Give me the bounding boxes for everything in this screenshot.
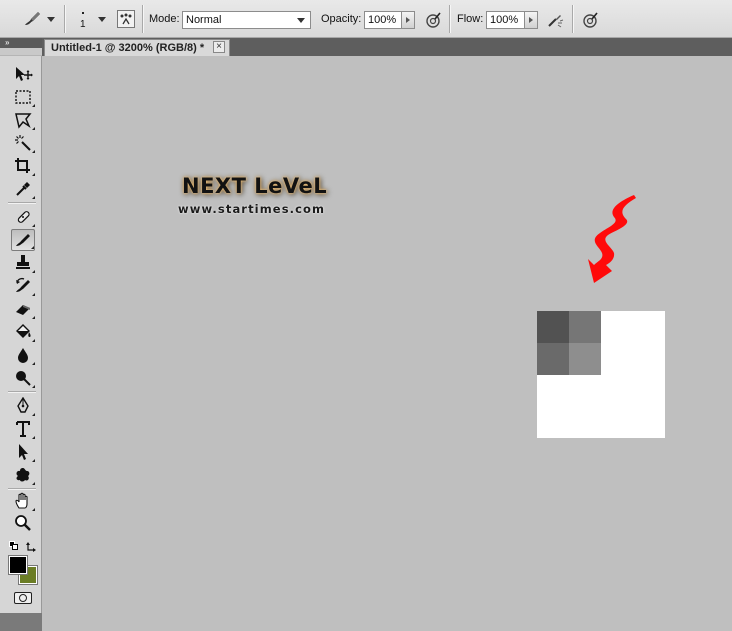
eraser-icon (16, 305, 30, 315)
path-selection-tool[interactable] (11, 441, 35, 463)
pen-icon (17, 397, 29, 413)
chevron-down-icon (297, 18, 305, 23)
brush-dot-icon (82, 12, 84, 14)
options-bar: 1 Mode: Normal Opacity: 100% Flow: 100% (0, 0, 732, 38)
tablet-opacity-button[interactable] (423, 10, 443, 30)
eyedropper-icon (16, 182, 30, 196)
crop-icon (15, 158, 30, 173)
move-tool[interactable] (11, 63, 35, 85)
crop-tool[interactable] (11, 155, 35, 177)
healing-brush-icon (17, 211, 30, 223)
tools-panel-grip[interactable] (0, 48, 42, 56)
tools-panel-header[interactable]: » (0, 38, 42, 48)
pen-tool[interactable] (11, 395, 35, 417)
swap-arrows-icon (26, 542, 36, 552)
close-icon: × (216, 41, 222, 52)
tablet-pressure-icon (426, 12, 441, 28)
brush-size-label: 1 (80, 19, 86, 30)
move-icon (16, 67, 33, 81)
hand-tool[interactable] (11, 490, 35, 512)
pixel-2 (569, 311, 601, 343)
eyedropper-tool[interactable] (11, 178, 35, 200)
clone-stamp-tool[interactable] (11, 252, 35, 274)
blur-tool[interactable] (11, 344, 35, 366)
eraser-tool[interactable] (11, 298, 35, 320)
chevron-down-icon (47, 16, 55, 22)
lasso-tool[interactable] (11, 109, 35, 131)
mode-value: Normal (186, 14, 222, 26)
chevron-right-icon (529, 17, 533, 23)
opacity-input[interactable]: 100% (364, 11, 402, 29)
dodge-icon (16, 371, 31, 386)
foreground-color-swatch[interactable] (8, 555, 28, 575)
type-icon (16, 421, 30, 437)
flow-slider-button[interactable] (525, 11, 538, 29)
dodge-tool[interactable] (11, 367, 35, 389)
brush-panel-toggle[interactable] (117, 10, 135, 28)
close-document-button[interactable]: × (213, 41, 225, 53)
collapse-panel-icon: » (5, 38, 10, 47)
marquee-icon (15, 90, 31, 104)
mode-select[interactable]: Normal (182, 11, 311, 29)
tools-panel: » (0, 38, 42, 631)
zoom-tool[interactable] (11, 512, 35, 534)
airbrush-icon (548, 15, 564, 28)
marquee-tool[interactable] (11, 86, 35, 108)
default-colors-button[interactable] (9, 541, 19, 551)
type-tool[interactable] (11, 418, 35, 440)
zoom-icon (15, 515, 31, 531)
chevron-right-icon (406, 17, 410, 23)
pixel-1 (537, 311, 569, 343)
healing-brush-tool[interactable] (11, 206, 35, 228)
tablet-size-button[interactable] (580, 10, 600, 30)
watermark-title: NEXT LeVeL (182, 174, 328, 198)
zoomed-image-canvas[interactable] (537, 311, 665, 438)
brush-picker[interactable]: 1 (72, 8, 110, 32)
red-arrow-icon (588, 195, 636, 283)
document-tab-title: Untitled-1 @ 3200% (RGB/8) * (51, 42, 205, 54)
magic-wand-icon (15, 135, 31, 151)
watermark-subtitle: www.startimes.com (178, 202, 326, 216)
pixel-3 (537, 343, 569, 375)
paint-bucket-icon (16, 324, 31, 338)
quick-mask-button[interactable] (14, 592, 32, 604)
clone-stamp-icon (16, 255, 30, 269)
history-brush-tool[interactable] (11, 275, 35, 297)
magic-wand-tool[interactable] (11, 132, 35, 154)
document-tab[interactable]: Untitled-1 @ 3200% (RGB/8) * (44, 39, 230, 56)
brush-icon (16, 234, 30, 246)
pixel-4 (569, 343, 601, 375)
hand-icon (15, 492, 28, 509)
tablet-pressure-icon (583, 12, 598, 28)
brush-tool[interactable] (11, 229, 35, 251)
brush-icon (25, 12, 40, 25)
tool-preset-picker[interactable] (18, 8, 58, 30)
flow-input[interactable]: 100% (486, 11, 525, 29)
tools-panel-footer (0, 613, 42, 631)
chevron-down-icon (98, 17, 106, 22)
brush-panel-icon (120, 13, 132, 25)
path-selection-icon (19, 444, 28, 460)
flow-label: Flow: (457, 13, 484, 25)
paint-bucket-tool[interactable] (11, 321, 35, 343)
lasso-icon (15, 113, 32, 129)
opacity-slider-button[interactable] (402, 11, 415, 29)
opacity-label: Opacity: (321, 13, 362, 25)
quick-mask-icon (19, 594, 27, 602)
custom-shape-icon (16, 468, 30, 482)
airbrush-button[interactable] (545, 10, 565, 30)
custom-shape-tool[interactable] (11, 464, 35, 486)
mode-label: Mode: (149, 13, 180, 25)
swap-colors-button[interactable] (26, 540, 38, 552)
history-brush-icon (16, 277, 30, 292)
blur-icon (18, 348, 28, 363)
